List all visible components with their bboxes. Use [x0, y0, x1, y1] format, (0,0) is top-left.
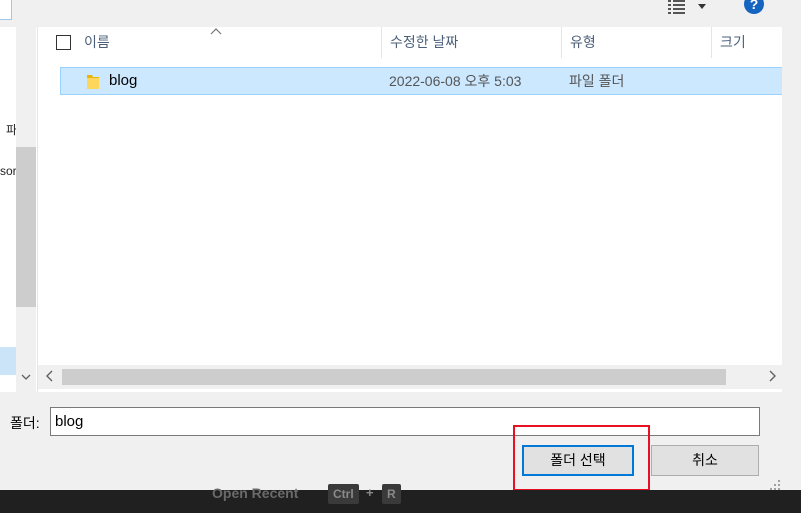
help-icon[interactable]: ?: [744, 0, 764, 14]
menu-item-open-recent[interactable]: Open Recent: [212, 485, 298, 501]
horizontal-scrollbar[interactable]: [38, 365, 783, 389]
sort-ascending-icon: [210, 24, 222, 38]
scroll-right-icon[interactable]: [762, 367, 782, 387]
file-list[interactable]: 이름 수정한 날짜 유형 크기 blog 2022-06-08 오후 5:03 …: [37, 27, 783, 392]
view-options-button[interactable]: [662, 0, 710, 18]
toolbar: ?: [0, 0, 801, 27]
address-bar-edge[interactable]: [0, 0, 12, 20]
shortcut-key: Ctrl: [328, 484, 359, 504]
file-modified: 2022-06-08 오후 5:03: [389, 73, 522, 89]
column-header-type[interactable]: 유형: [562, 27, 712, 58]
nav-item-label[interactable]: sor: [0, 164, 17, 178]
cancel-button[interactable]: 취소: [651, 445, 759, 476]
folder-field-label: 폴더:: [10, 415, 40, 431]
shortcut-key: R: [382, 484, 401, 504]
column-header-row: 이름 수정한 날짜 유형 크기: [38, 27, 783, 58]
column-header-modified[interactable]: 수정한 날짜: [382, 27, 562, 58]
chevron-down-icon: [698, 4, 706, 9]
view-list-icon: [668, 0, 706, 14]
nav-scrollbar-thumb[interactable]: [16, 147, 36, 307]
scroll-left-icon[interactable]: [40, 367, 60, 387]
file-row[interactable]: blog 2022-06-08 오후 5:03 파일 폴더: [60, 67, 783, 95]
file-name[interactable]: blog: [109, 68, 137, 94]
folder-name-input[interactable]: [50, 407, 760, 436]
nav-item-selected[interactable]: [0, 347, 16, 375]
select-all-checkbox[interactable]: [56, 35, 71, 50]
file-type: 파일 폴더: [569, 73, 625, 89]
shortcut-plus: +: [366, 485, 374, 500]
navigation-pane[interactable]: 파 sor: [0, 27, 37, 392]
scroll-down-icon[interactable]: [16, 367, 36, 387]
folder-icon: [87, 75, 99, 89]
column-header-size[interactable]: 크기: [712, 27, 783, 58]
horizontal-scrollbar-thumb[interactable]: [62, 369, 726, 385]
annotation-highlight-box: [513, 425, 650, 491]
column-header-name[interactable]: 이름: [76, 27, 382, 58]
window-edge: [782, 27, 801, 392]
